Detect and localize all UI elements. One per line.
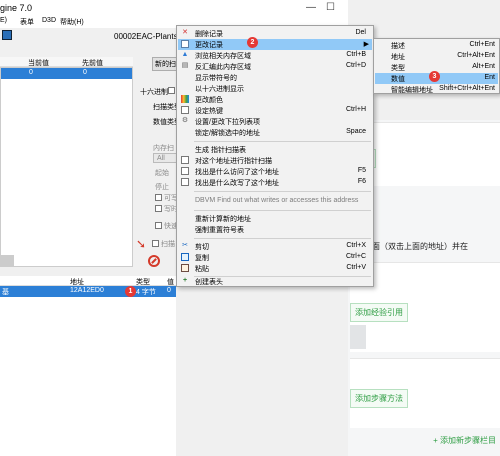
menu-item-delete[interactable]: ✕ 删除记录 Del (178, 28, 372, 39)
address-table-row[interactable]: 基 12A12ED0 4 字节 0 (0, 286, 176, 297)
address-table-body[interactable] (0, 297, 176, 456)
context-menu: ✕ 删除记录 Del 更改记录 ▶ ▲ 浏览相关内存区域 Ctrl+B ▤ 反汇… (176, 25, 374, 287)
pause-label: 扫描 (161, 241, 175, 248)
menu-separator (194, 191, 371, 192)
fast-scan-checkbox[interactable] (155, 222, 162, 229)
stop-label: 停止 (155, 184, 169, 191)
maximize-icon[interactable]: ☐ (326, 2, 335, 13)
address-table-header: 地址 类型 值 (0, 276, 176, 286)
copy-icon (181, 253, 189, 261)
pause-checkbox[interactable] (152, 240, 159, 247)
disasm-icon: ▤ (181, 62, 189, 69)
memory-scan-label: 内存扫 (153, 145, 174, 152)
arrow-icon[interactable]: ➘ (136, 237, 146, 251)
menu-item-change-color[interactable]: 更改颜色 (178, 94, 372, 105)
step-badge: 1 (125, 286, 136, 297)
menu-d3d[interactable]: D3D (42, 17, 56, 24)
menu-edit[interactable]: E) (0, 17, 7, 24)
gear-icon: ⚙ (181, 117, 189, 124)
writable-checkbox[interactable] (155, 194, 162, 201)
row-previous: 0 (83, 69, 87, 76)
row-current: 0 (29, 69, 33, 76)
clear-icon[interactable] (148, 255, 160, 267)
menu-item-recalculate[interactable]: 重新计算新的地址 (178, 213, 372, 224)
x-icon: ✕ (182, 29, 188, 36)
row-value: 0 (167, 287, 171, 294)
row-type: 4 字节 (136, 289, 156, 296)
scan-list-header: 当前值 先前值 (0, 57, 133, 67)
new-scan-button[interactable]: 新的扫 (152, 57, 179, 71)
color-icon (181, 95, 189, 103)
cut-icon: ✂ (182, 242, 188, 249)
menu-item-disassemble[interactable]: ▤ 反汇编此内存区域 Ctrl+D (178, 61, 372, 72)
menu-separator (194, 238, 371, 239)
find-icon (181, 167, 189, 175)
start-label: 起始 (155, 170, 169, 177)
menu-item-create-header[interactable]: + 创建表头 (178, 276, 372, 287)
row-address: 12A12ED0 (70, 287, 104, 294)
menu-item-show-hex[interactable]: 以十六进制显示 (178, 83, 372, 94)
hotkey-icon (181, 106, 189, 114)
change-record-submenu: 描述 Ctrl+Ent 地址 Ctrl+Alt+Ent 类型 Alt+Ent 数… (373, 38, 500, 94)
menu-separator (194, 141, 371, 142)
row-desc: 基 (2, 289, 9, 296)
menu-item-find-access[interactable]: 找出是什么访问了这个地址 F5 (178, 166, 372, 177)
scan-icon (181, 156, 189, 164)
menu-item-generate-pointermap[interactable]: 生成 指针扫描表 (178, 144, 372, 155)
add-experience-link[interactable]: 添加经验引用 (350, 303, 408, 322)
add-new-step-link[interactable]: + 添加新步骤栏目 (433, 435, 496, 446)
window-title: gine 7.0 (0, 3, 33, 13)
menu-item-browse-memory[interactable]: ▲ 浏览相关内存区域 Ctrl+B (178, 50, 372, 61)
menu-help[interactable]: 帮助(H) (60, 17, 84, 27)
scan-result-list[interactable]: 0 0 (0, 67, 133, 267)
region-dropdown[interactable]: All (153, 153, 177, 163)
submenu-item-description[interactable]: 描述 Ctrl+Ent (375, 40, 498, 51)
blurred-content (350, 325, 366, 349)
submenu-item-address[interactable]: 地址 Ctrl+Alt+Ent (375, 51, 498, 62)
menu-item-lock-address[interactable]: 锁定/解锁选中的地址 Space (178, 127, 372, 138)
region-value: All (157, 155, 165, 162)
step-badge: 3 (429, 71, 440, 82)
submenu-item-smart-edit[interactable]: 智能编辑地址 Shift+Ctrl+Alt+Ent (375, 84, 498, 95)
add-icon: + (182, 277, 188, 284)
memory-icon: ▲ (181, 51, 189, 58)
edit-icon (181, 40, 189, 48)
doc-card-3: 添加步骤方法 (350, 358, 500, 428)
menu-item-paste[interactable]: 粘贴 Ctrl+V (178, 263, 372, 274)
menu-item-reset-symbols[interactable]: 强制重置符号表 (178, 224, 372, 235)
menu-item-copy[interactable]: 复制 Ctrl+C (178, 252, 372, 263)
step-badge: 2 (247, 37, 258, 48)
menu-item-dropdown-list[interactable]: ⚙ 设置/更改下拉列表项 (178, 116, 372, 127)
menu-item-show-signed[interactable]: 显示带符号的 (178, 72, 372, 83)
add-step-method-link[interactable]: 添加步骤方法 (350, 389, 408, 408)
copy-on-write-checkbox[interactable] (155, 205, 162, 212)
title-bar: gine 7.0 — ☐ (0, 0, 348, 16)
minimize-icon[interactable]: — (306, 2, 316, 13)
menu-item-set-hotkey[interactable]: 设定热键 Ctrl+H (178, 105, 372, 116)
menu-item-dbvm: DBVM Find out what writes or accesses th… (195, 197, 359, 204)
menu-item-pointer-scan[interactable]: 对这个地址进行指针扫描 (178, 155, 372, 166)
scrollbar-thumb[interactable] (0, 255, 14, 267)
menu-item-cut[interactable]: ✂ 剪切 Ctrl+X (178, 241, 372, 252)
find-icon (181, 178, 189, 186)
menu-table[interactable]: 表单 (20, 17, 34, 27)
chevron-right-icon: ▶ (363, 41, 369, 48)
paste-icon (181, 264, 189, 272)
hex-label: 十六进制 (140, 89, 168, 96)
hex-checkbox[interactable] (168, 87, 175, 94)
menu-item-change-record[interactable]: 更改记录 ▶ (178, 39, 372, 50)
scan-result-row[interactable]: 0 0 (1, 68, 132, 79)
menu-item-find-write[interactable]: 找出是什么改写了这个地址 F6 (178, 177, 372, 188)
menu-separator (194, 210, 371, 211)
save-icon[interactable] (2, 30, 12, 40)
